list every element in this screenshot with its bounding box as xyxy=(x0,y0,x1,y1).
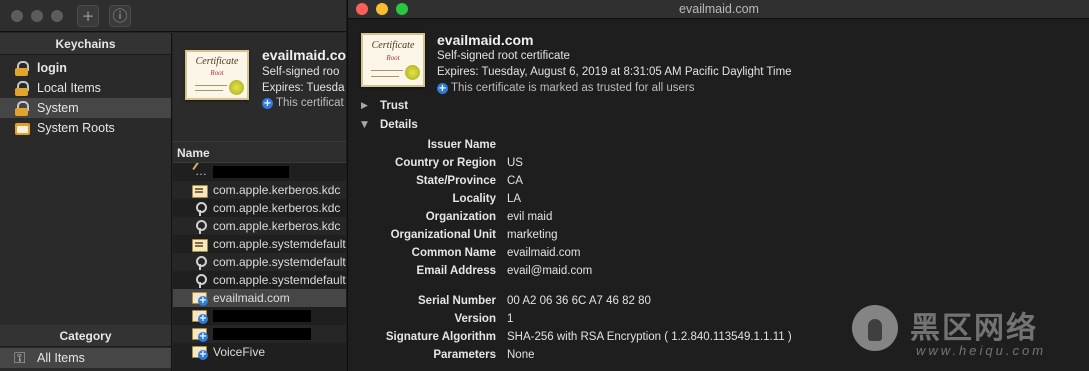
watermark-text: 黑区网络 xyxy=(910,311,1038,346)
list-item-label: evailmaid.com xyxy=(213,291,290,305)
minimize-button[interactable] xyxy=(376,3,388,15)
list-item-label: com.apple.systemdefault xyxy=(213,273,346,287)
preview-cert-name: evailmaid.com xyxy=(262,47,346,63)
plus-icon: + xyxy=(262,97,273,109)
disclosure-right-icon: ▶ xyxy=(361,101,368,111)
category-header: Category xyxy=(0,325,171,347)
certificate-icon xyxy=(192,184,208,198)
certificate-kind: Self-signed root certificate xyxy=(437,50,570,62)
keychain-titlebar: + ⓘ xyxy=(0,0,346,32)
minimize-button[interactable] xyxy=(31,10,43,22)
disclosure-down-icon: ▼ xyxy=(361,120,368,130)
certificate-plus-icon xyxy=(192,327,208,342)
field-state: State/Province CA xyxy=(416,175,523,187)
field-org-unit: Organizational Unit marketing xyxy=(390,229,558,241)
list-item[interactable] xyxy=(173,163,346,181)
keychain-window: + ⓘ Keychains login Local Items System S… xyxy=(0,0,346,371)
list-item[interactable]: evailmaid.com xyxy=(173,289,346,307)
trust-label: Trust xyxy=(380,100,409,112)
list-item[interactable]: VoiceFive xyxy=(173,343,346,361)
list-item[interactable]: com.apple.kerberos.kdc xyxy=(173,181,346,199)
preview-trust-note: + This certificat xyxy=(262,97,344,109)
category-item-all-items[interactable]: All Items xyxy=(0,348,171,368)
sidebar: Keychains login Local Items System Syste… xyxy=(0,33,172,371)
sidebar-item-label: System Roots xyxy=(37,121,115,135)
sidebar-item-local-items[interactable]: Local Items xyxy=(0,78,171,98)
trust-disclosure[interactable]: ▶ Trust xyxy=(361,100,408,112)
keychains-header: Keychains xyxy=(0,33,171,55)
lock-icon xyxy=(14,100,31,116)
note-icon xyxy=(192,163,207,180)
sidebar-item-label: System xyxy=(37,101,79,115)
category-item-label: All Items xyxy=(37,351,85,365)
sidebar-item-system[interactable]: System xyxy=(0,98,171,118)
window-title: evailmaid.com xyxy=(679,2,759,16)
certificate-preview: Certificate Root evailmaid.com Self-sign… xyxy=(173,33,346,141)
certificate-expiry: Expires: Tuesday, August 6, 2019 at 8:31… xyxy=(437,66,792,78)
list-item-label: com.apple.kerberos.kdc xyxy=(213,201,341,215)
field-country: Country or Region US xyxy=(395,157,523,169)
list-item-label: com.apple.kerberos.kdc xyxy=(213,219,341,233)
certificate-plus-icon xyxy=(192,309,208,324)
detail-titlebar: evailmaid.com xyxy=(348,0,1089,19)
info-button[interactable]: ⓘ xyxy=(109,5,131,27)
key-icon xyxy=(192,273,207,288)
trust-note: + This certificate is marked as trusted … xyxy=(437,82,695,94)
close-button[interactable] xyxy=(356,3,368,15)
plus-icon: + xyxy=(437,82,448,94)
list-item[interactable]: com.apple.kerberos.kdc xyxy=(173,217,346,235)
list-item[interactable] xyxy=(173,325,346,343)
field-organization: Organization evil maid xyxy=(425,211,553,223)
certificate-name: evailmaid.com xyxy=(437,32,534,48)
certificate-icon: Certificate Root xyxy=(361,33,425,87)
list-item[interactable]: com.apple.systemdefault xyxy=(173,271,346,289)
field-locality: Locality LA xyxy=(452,193,522,205)
lock-icon xyxy=(14,80,31,96)
redacted-label xyxy=(213,166,289,178)
add-button[interactable]: + xyxy=(77,5,99,27)
list-item-label: com.apple.systemdefault xyxy=(213,255,346,269)
zoom-button[interactable] xyxy=(51,10,63,22)
list-item[interactable]: com.apple.kerberos.kdc xyxy=(173,199,346,217)
zoom-button[interactable] xyxy=(396,3,408,15)
list-item-label: com.apple.kerberos.kdc xyxy=(213,183,341,197)
watermark: 黑区网络 www.heiqu.com xyxy=(852,305,1089,371)
redacted-label xyxy=(213,328,311,340)
watermark-logo-icon xyxy=(852,305,898,351)
item-list-pane: Certificate Root evailmaid.com Self-sign… xyxy=(173,33,346,371)
sidebar-item-label: login xyxy=(37,61,67,75)
key-icon xyxy=(192,219,207,234)
details-disclosure[interactable]: ▼ Details xyxy=(361,119,418,131)
certificate-icon xyxy=(192,238,208,252)
preview-cert-kind: Self-signed roo xyxy=(262,66,340,78)
lock-icon xyxy=(14,60,31,76)
list-item-label: VoiceFive xyxy=(213,345,266,359)
details-label: Details xyxy=(380,119,418,131)
field-common-name: Common Name evailmaid.com xyxy=(411,247,581,259)
key-icon xyxy=(192,201,207,216)
name-column-header[interactable]: Name xyxy=(173,141,346,163)
certificate-plus-icon xyxy=(192,291,208,306)
close-button[interactable] xyxy=(11,10,23,22)
certificate-icon: Certificate Root xyxy=(185,50,249,100)
redacted-label xyxy=(213,310,311,322)
list-item[interactable]: com.apple.systemdefault xyxy=(173,253,346,271)
sidebar-item-system-roots[interactable]: System Roots xyxy=(0,118,171,138)
field-email: Email Address evail@maid.com xyxy=(416,265,593,277)
issuer-name-heading: Issuer Name xyxy=(427,139,496,151)
folder-icon xyxy=(14,121,31,136)
keys-icon xyxy=(14,348,31,368)
sidebar-item-login[interactable]: login xyxy=(0,58,171,78)
list-item[interactable]: com.apple.systemdefault xyxy=(173,235,346,253)
sidebar-item-label: Local Items xyxy=(37,81,101,95)
preview-cert-expires: Expires: Tuesda xyxy=(262,82,345,94)
watermark-url: www.heiqu.com xyxy=(916,343,1047,358)
list-item-label: com.apple.systemdefault xyxy=(213,237,346,251)
key-icon xyxy=(192,255,207,270)
list-item[interactable] xyxy=(173,307,346,325)
certificate-plus-icon xyxy=(192,345,208,360)
